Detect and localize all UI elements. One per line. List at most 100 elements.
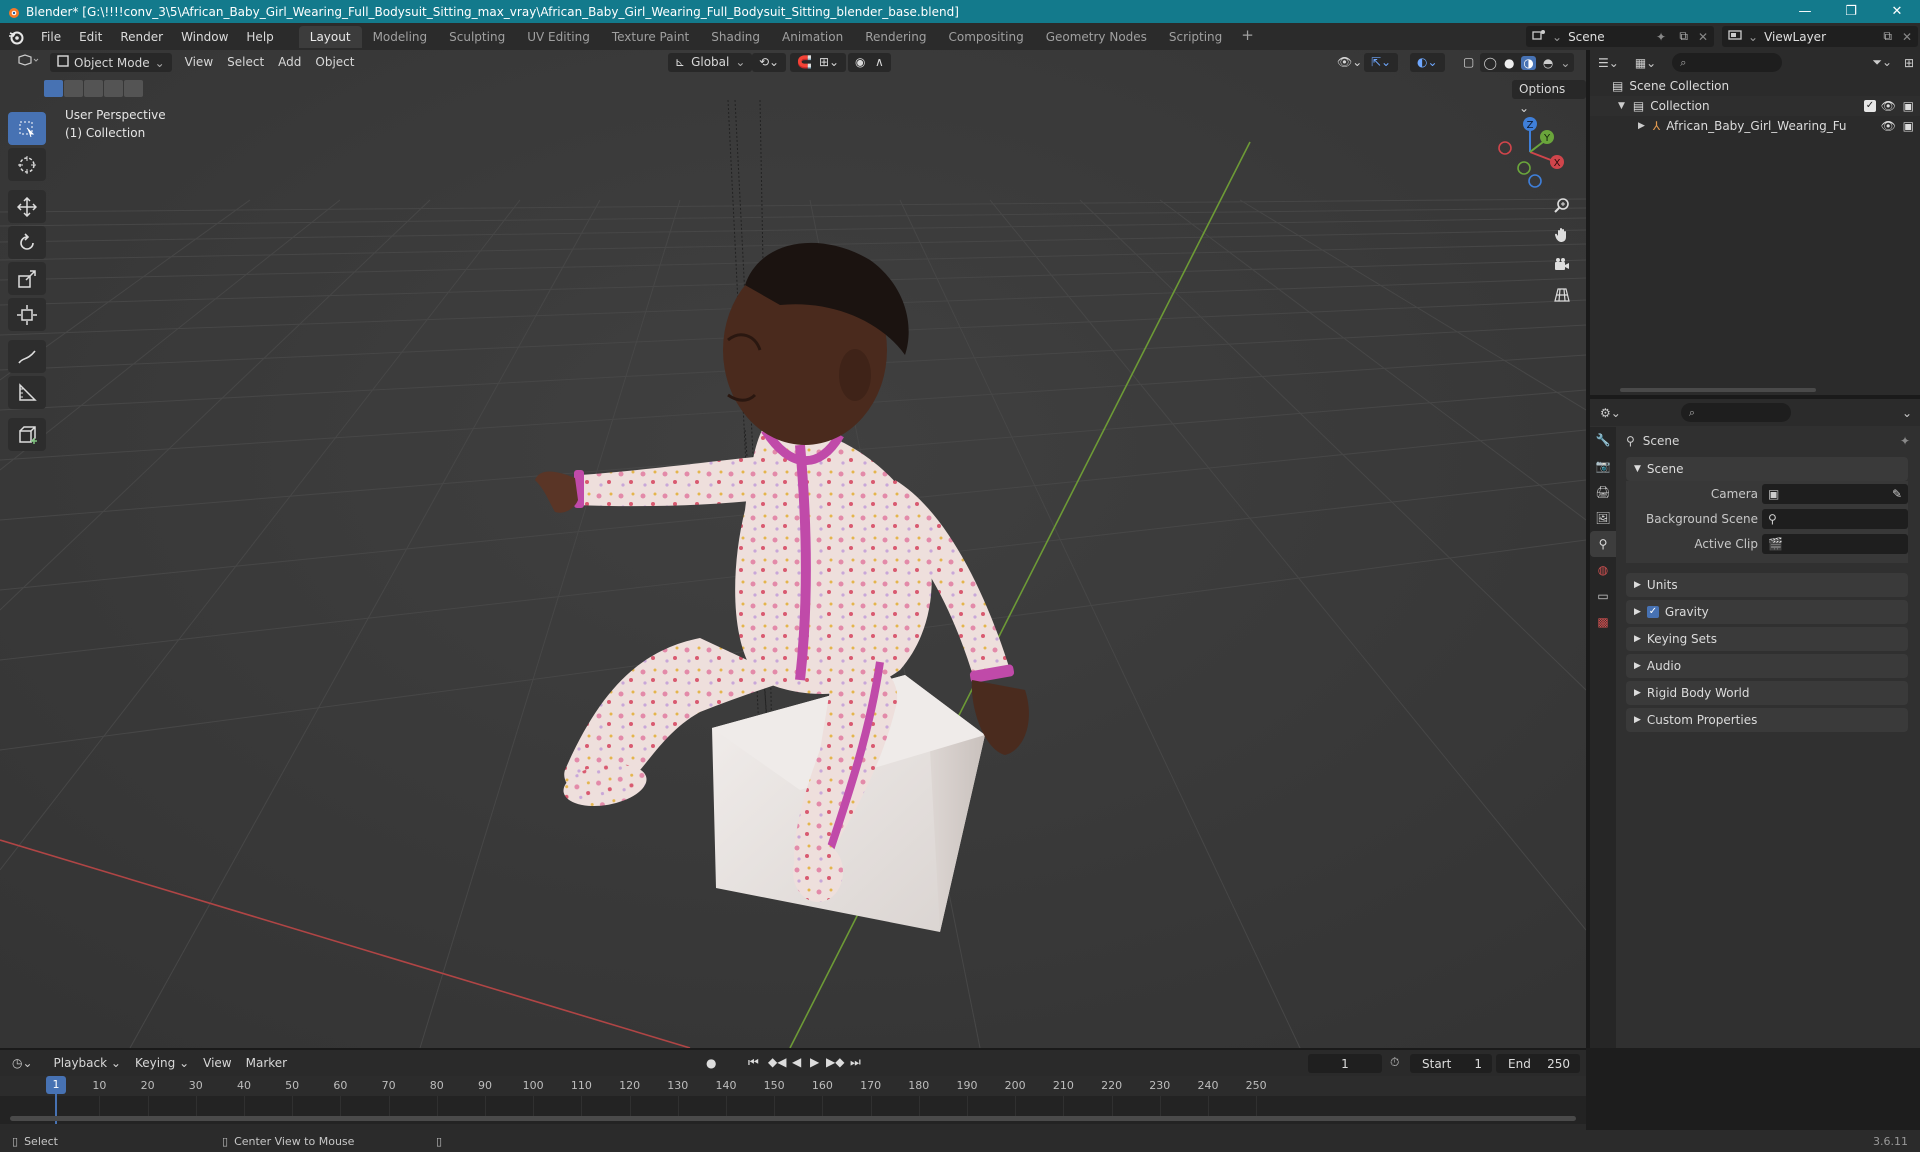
delete-scene-icon[interactable]: ✕ <box>1698 30 1708 44</box>
jump-start-icon[interactable]: ⏮ <box>748 1055 759 1070</box>
menu-window[interactable]: Window <box>172 26 237 48</box>
select-extend-mode-button[interactable] <box>64 80 83 97</box>
outliner-search-input[interactable]: ⌕ <box>1672 53 1783 72</box>
tool-tab-icon[interactable]: 🔧 <box>1590 427 1616 453</box>
timeline-ruler[interactable]: 10 20 30 40 50 60 70 80 90 100 110 120 130 140 150 160 1… <box>0 1076 1586 1124</box>
end-frame-field[interactable]: End 250 <box>1496 1054 1580 1073</box>
falloff-button[interactable]: ∧ <box>868 53 891 72</box>
visibility-eye-icon[interactable]: 👁 <box>1881 119 1896 133</box>
menu-keying[interactable]: Keying ⌄ <box>128 1054 196 1073</box>
rigid-body-world-panel-header[interactable]: ▶ Rigid Body World <box>1626 681 1908 705</box>
perspective-toggle-icon[interactable] <box>1549 282 1575 308</box>
tab-scripting[interactable]: Scripting <box>1158 26 1233 48</box>
tab-rendering[interactable]: Rendering <box>854 26 937 48</box>
camera-view-icon[interactable] <box>1549 252 1575 278</box>
tab-shading[interactable]: Shading <box>700 26 771 48</box>
visibility-eye-icon[interactable]: 👁 <box>1881 99 1896 113</box>
add-cube-tool[interactable] <box>8 418 46 451</box>
maximize-button[interactable]: ❐ <box>1828 0 1874 23</box>
tab-layout[interactable]: Layout <box>298 25 362 48</box>
menu-select[interactable]: Select <box>220 53 271 72</box>
overlay-toggle-button[interactable]: ◐⌄ <box>1410 53 1445 72</box>
filter-icon[interactable]: ⏷⌄ <box>1872 55 1892 70</box>
select-box-tool[interactable] <box>8 112 46 145</box>
rendered-shading-icon[interactable]: ◓ <box>1543 56 1553 70</box>
texture-tab-icon[interactable]: ▩ <box>1590 609 1616 635</box>
render-tab-icon[interactable]: 📷 <box>1590 453 1616 479</box>
collapse-arrow-icon[interactable]: ▼ <box>1618 101 1625 111</box>
prev-keyframe-icon[interactable]: ◆◀ <box>768 1055 786 1069</box>
record-icon[interactable]: ● <box>706 1056 716 1070</box>
new-scene-icon[interactable]: ⧉ <box>1679 29 1688 44</box>
background-scene-field[interactable]: ⚲ <box>1762 509 1908 529</box>
jump-end-icon[interactable]: ⏭ <box>850 1055 861 1070</box>
scene-selector[interactable]: ⌄ Scene ✦ ⧉ ✕ <box>1526 26 1714 47</box>
new-collection-icon[interactable]: ⊞ <box>1904 56 1914 70</box>
options-button[interactable]: Options ⌄ <box>1512 80 1586 115</box>
menu-render[interactable]: Render <box>111 26 172 48</box>
gizmo-toggle-button[interactable]: ⇱⌄ <box>1364 53 1399 72</box>
outliner-row-collection[interactable]: ▼ ▤ Collection ✓ 👁 ▣ <box>1590 96 1920 116</box>
custom-properties-panel-header[interactable]: ▶ Custom Properties <box>1626 708 1908 732</box>
view-layer-selector[interactable]: ⌄ ViewLayer ⧉ ✕ <box>1722 26 1918 47</box>
menu-edit[interactable]: Edit <box>70 26 111 48</box>
move-tool[interactable] <box>8 190 46 223</box>
snap-target-button[interactable]: ⊞⌄ <box>812 53 847 72</box>
properties-search-input[interactable]: ⌕ <box>1680 403 1791 422</box>
xray-toggle-button[interactable]: ▢ <box>1456 53 1481 72</box>
eyedropper-icon[interactable]: ✎ <box>1892 487 1902 501</box>
play-reverse-icon[interactable]: ◀ <box>792 1055 801 1069</box>
wireframe-shading-icon[interactable]: ◯ <box>1484 56 1497 70</box>
zoom-icon[interactable] <box>1549 192 1575 218</box>
keying-sets-panel-header[interactable]: ▶ Keying Sets <box>1626 627 1908 651</box>
current-frame-field[interactable]: 1 <box>1308 1054 1382 1073</box>
scale-tool[interactable] <box>8 262 46 295</box>
annotate-tool[interactable] <box>8 340 46 373</box>
solid-shading-icon[interactable]: ● <box>1504 56 1514 70</box>
units-panel-header[interactable]: ▶ Units <box>1626 573 1908 597</box>
pan-hand-icon[interactable] <box>1549 222 1575 248</box>
tab-uv-editing[interactable]: UV Editing <box>516 26 601 48</box>
select-invert-mode-button[interactable] <box>104 80 123 97</box>
expand-arrow-icon[interactable]: ▶ <box>1638 121 1645 131</box>
menu-playback[interactable]: Playback ⌄ <box>47 1054 128 1073</box>
menu-help[interactable]: Help <box>237 26 282 48</box>
active-clip-field[interactable]: 🎬 <box>1762 534 1908 554</box>
exclude-checkbox[interactable]: ✓ <box>1864 100 1876 112</box>
rotate-tool[interactable] <box>8 226 46 259</box>
transform-tool[interactable] <box>8 298 46 331</box>
3d-viewport[interactable]: Object Mode ⌄ View Select Add Object ⊾ G… <box>0 50 1586 1048</box>
tab-modeling[interactable]: Modeling <box>362 26 439 48</box>
tab-animation[interactable]: Animation <box>771 26 854 48</box>
audio-panel-header[interactable]: ▶ Audio <box>1626 654 1908 678</box>
cursor-tool[interactable] <box>8 148 46 181</box>
delete-view-layer-icon[interactable]: ✕ <box>1902 30 1912 44</box>
menu-marker[interactable]: Marker <box>239 1054 294 1073</box>
menu-object[interactable]: Object <box>308 53 361 72</box>
menu-file[interactable]: File <box>32 26 70 48</box>
timeline-scrollbar[interactable] <box>10 1116 1576 1121</box>
start-frame-field[interactable]: Start 1 <box>1410 1054 1492 1073</box>
mode-selector[interactable]: Object Mode ⌄ <box>50 53 172 72</box>
select-intersect-mode-button[interactable] <box>124 80 143 97</box>
menu-timeline-view[interactable]: View <box>196 1054 238 1073</box>
menu-view[interactable]: View <box>178 53 220 72</box>
pivot-point-button[interactable]: ⟲⌄ <box>752 53 787 72</box>
scene-tab-icon[interactable]: ⚲ <box>1590 531 1616 557</box>
blender-menu-icon[interactable] <box>0 23 32 50</box>
outliner-editor-type-icon[interactable]: ☰⌄ <box>1598 56 1619 70</box>
editor-type-button[interactable] <box>10 53 46 72</box>
output-tab-icon[interactable]: 🖨 <box>1590 479 1616 505</box>
pin-icon[interactable]: ✦ <box>1656 30 1666 44</box>
gravity-checkbox[interactable]: ✓ <box>1646 606 1659 618</box>
render-camera-icon[interactable]: ▣ <box>1903 99 1914 113</box>
scene-panel-header[interactable]: ▼ Scene <box>1626 457 1908 481</box>
timeline-editor-type-icon[interactable]: ◷⌄ <box>12 1056 33 1070</box>
camera-field[interactable]: ▣ ✎ <box>1762 484 1908 504</box>
stopwatch-icon[interactable]: ⏱ <box>1390 1055 1399 1070</box>
outliner-row-scene-collection[interactable]: ▤ Scene Collection <box>1590 76 1920 96</box>
render-camera-icon[interactable]: ▣ <box>1903 119 1914 133</box>
new-view-layer-icon[interactable]: ⧉ <box>1883 29 1892 44</box>
options-chevron-icon[interactable]: ⌄ <box>1902 406 1912 420</box>
tab-texture-paint[interactable]: Texture Paint <box>601 26 700 48</box>
